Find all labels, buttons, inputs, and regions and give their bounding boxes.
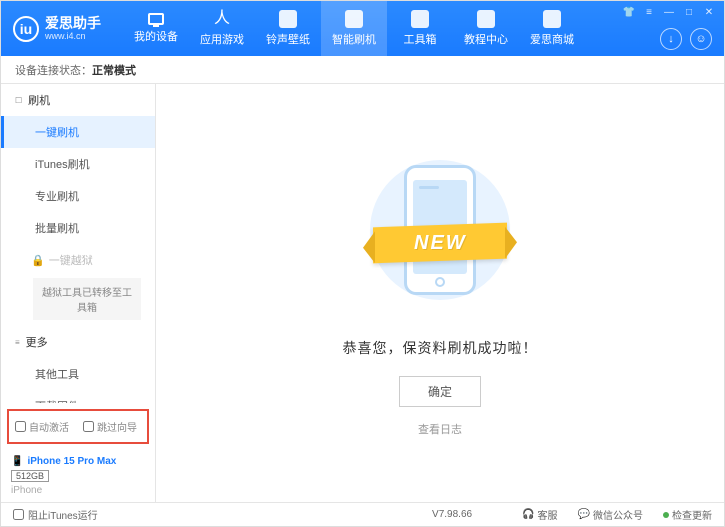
menu-icon[interactable]: ≡ [642, 5, 656, 19]
close-icon[interactable]: ✕ [702, 5, 716, 19]
user-button[interactable]: ☺ [690, 28, 712, 50]
nav-flash[interactable]: 智能刷机 [321, 1, 387, 56]
version-label: V7.98.66 [432, 509, 472, 520]
support-link[interactable]: 🎧 客服 [522, 507, 557, 522]
auto-activate-checkbox[interactable] [15, 421, 26, 432]
nav-apps[interactable]: 人应用游戏 [189, 1, 255, 56]
store-icon [543, 10, 561, 28]
device-info: 📱 iPhone 15 Pro Max 512GB iPhone [1, 450, 155, 502]
sidebar-group-flash[interactable]: ☐ 刷机 [1, 84, 155, 116]
sidebar-item-pro[interactable]: 专业刷机 [1, 180, 155, 212]
sidebar-options: 自动激活 跳过向导 [7, 409, 149, 444]
device-type: iPhone [11, 485, 145, 496]
support-text: 客服 [538, 507, 558, 522]
jailbreak-notice[interactable]: 越狱工具已转移至工具箱 [33, 278, 141, 320]
phone-icon: 📱 [11, 456, 23, 467]
success-message: 恭喜您，保资料刷机成功啦！ [343, 338, 538, 358]
nav-label: 智能刷机 [332, 31, 376, 47]
brand-block: 爱思助手 www.i4.cn [45, 16, 101, 41]
toolbox-icon [411, 10, 429, 28]
nav-label: 铃声壁纸 [266, 31, 310, 47]
footer: 阻止iTunes运行 V7.98.66 🎧 客服 💬微信公众号 检查更新 [1, 502, 724, 526]
skip-guide-checkbox[interactable] [83, 421, 94, 432]
skip-guide-check[interactable]: 跳过向导 [83, 419, 137, 434]
header-actions: ↓ ☺ [660, 28, 712, 50]
minimize-icon[interactable]: — [662, 5, 676, 19]
device-name[interactable]: 📱 iPhone 15 Pro Max [11, 456, 145, 467]
wechat-text: 微信公众号 [593, 507, 643, 522]
nav-label: 工具箱 [404, 31, 437, 47]
nav-store[interactable]: 爱思商城 [519, 1, 585, 56]
wechat-icon: 💬 [578, 509, 590, 520]
headset-icon: 🎧 [522, 509, 534, 520]
sidebar-item-other[interactable]: 其他工具 [1, 358, 155, 390]
phone-home-button [435, 277, 445, 287]
nav-tutorials[interactable]: 教程中心 [453, 1, 519, 56]
logo-area: iu 爱思助手 www.i4.cn [1, 16, 113, 42]
device-capacity: 512GB [11, 470, 49, 482]
view-log-link[interactable]: 查看日志 [418, 421, 462, 437]
sidebar-list: ☐ 刷机 一键刷机 iTunes刷机 专业刷机 批量刷机 🔒 一键越狱 越狱工具… [1, 84, 155, 403]
check-label: 自动激活 [29, 419, 69, 434]
ribbon-text: NEW [414, 231, 467, 254]
sidebar: ☐ 刷机 一键刷机 iTunes刷机 专业刷机 批量刷机 🔒 一键越狱 越狱工具… [1, 84, 156, 502]
device-name-text: iPhone 15 Pro Max [27, 456, 116, 467]
nav-label: 爱思商城 [530, 31, 574, 47]
body-area: ☐ 刷机 一键刷机 iTunes刷机 专业刷机 批量刷机 🔒 一键越狱 越狱工具… [1, 84, 724, 502]
nav-label: 我的设备 [134, 28, 178, 44]
block-itunes-label: 阻止iTunes运行 [28, 507, 98, 522]
wallpaper-icon [279, 10, 297, 28]
logo-icon: iu [13, 16, 39, 42]
main-content: NEW 恭喜您，保资料刷机成功啦！ 确定 查看日志 [156, 84, 724, 502]
nav-toolbox[interactable]: 工具箱 [387, 1, 453, 56]
sidebar-group-more[interactable]: ≡ 更多 [1, 326, 155, 358]
lock-label: 一键越狱 [49, 252, 93, 268]
chevron-icon: ☐ [15, 96, 22, 105]
update-text: 检查更新 [672, 507, 712, 522]
status-label: 设备连接状态： [15, 62, 92, 78]
new-ribbon: NEW [373, 222, 507, 263]
nav-ringtones[interactable]: 铃声壁纸 [255, 1, 321, 56]
group-title: 更多 [26, 334, 48, 350]
window-controls: 👕 ≡ — □ ✕ [622, 5, 716, 19]
brand-name: 爱思助手 [45, 16, 101, 30]
nav-label: 应用游戏 [200, 31, 244, 47]
block-itunes-checkbox[interactable] [13, 509, 24, 520]
wechat-link[interactable]: 💬微信公众号 [578, 507, 643, 522]
group-title: 刷机 [28, 92, 50, 108]
brand-url: www.i4.cn [45, 32, 101, 41]
app-header: iu 爱思助手 www.i4.cn 我的设备 人应用游戏 铃声壁纸 智能刷机 工… [1, 1, 724, 56]
update-link[interactable]: 检查更新 [663, 507, 712, 522]
sidebar-item-firmware[interactable]: 下载固件 [1, 390, 155, 403]
apps-icon: 人 [213, 10, 231, 28]
update-dot-icon [663, 512, 669, 518]
logo-glyph: iu [20, 21, 32, 37]
nav-my-device[interactable]: 我的设备 [123, 1, 189, 56]
status-value: 正常模式 [92, 62, 136, 78]
top-nav: 我的设备 人应用游戏 铃声壁纸 智能刷机 工具箱 教程中心 爱思商城 [123, 1, 585, 56]
check-label: 跳过向导 [97, 419, 137, 434]
maximize-icon[interactable]: □ [682, 5, 696, 19]
ok-button[interactable]: 确定 [399, 376, 481, 407]
monitor-icon [148, 13, 164, 25]
menu-lines-icon: ≡ [15, 338, 20, 347]
auto-activate-check[interactable]: 自动激活 [15, 419, 69, 434]
nav-label: 教程中心 [464, 31, 508, 47]
tutorial-icon [477, 10, 495, 28]
phone-illustration: NEW [355, 150, 525, 320]
sidebar-item-oneclick[interactable]: 一键刷机 [1, 116, 155, 148]
block-itunes-check[interactable]: 阻止iTunes运行 [13, 507, 98, 522]
sidebar-item-jailbreak: 🔒 一键越狱 [1, 244, 155, 276]
sidebar-item-batch[interactable]: 批量刷机 [1, 212, 155, 244]
download-button[interactable]: ↓ [660, 28, 682, 50]
status-bar: 设备连接状态： 正常模式 [1, 56, 724, 84]
lock-icon: 🔒 [31, 254, 45, 267]
flash-icon [345, 10, 363, 28]
sidebar-item-itunes[interactable]: iTunes刷机 [1, 148, 155, 180]
shirt-icon[interactable]: 👕 [622, 5, 636, 19]
